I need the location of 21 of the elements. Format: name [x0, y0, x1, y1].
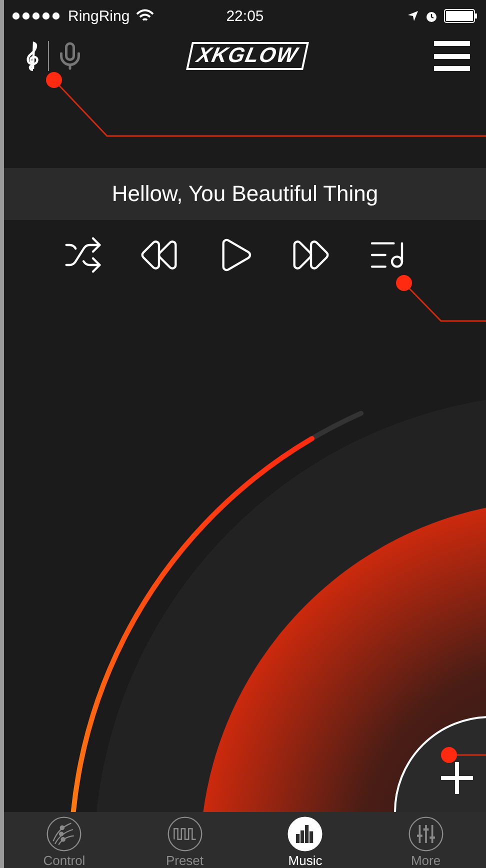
tab[interactable]: Control — [4, 812, 124, 868]
battery-icon — [444, 9, 478, 23]
square-wave-icon — [166, 816, 203, 852]
tab[interactable]: More — [366, 812, 486, 868]
wifi-icon — [136, 9, 154, 23]
menu-button[interactable] — [434, 41, 470, 71]
equalizer-icon — [287, 816, 324, 852]
status-time: 22:05 — [226, 8, 264, 24]
dial-icon — [46, 816, 82, 852]
song-title: Hellow, You Beautiful Thing — [112, 181, 378, 207]
location-arrow-icon — [406, 10, 419, 22]
callout-line — [441, 747, 486, 763]
carrier-name: RingRing — [68, 8, 130, 24]
shuffle-button[interactable] — [63, 235, 103, 275]
sliders-icon — [408, 816, 444, 852]
add-button[interactable] — [394, 716, 486, 812]
alarm-icon — [424, 10, 438, 22]
brand-logo: XKGLOW — [186, 42, 308, 70]
tab[interactable]: Music — [245, 812, 366, 868]
tab[interactable]: Preset — [124, 812, 245, 868]
signal-icon — [12, 12, 62, 20]
